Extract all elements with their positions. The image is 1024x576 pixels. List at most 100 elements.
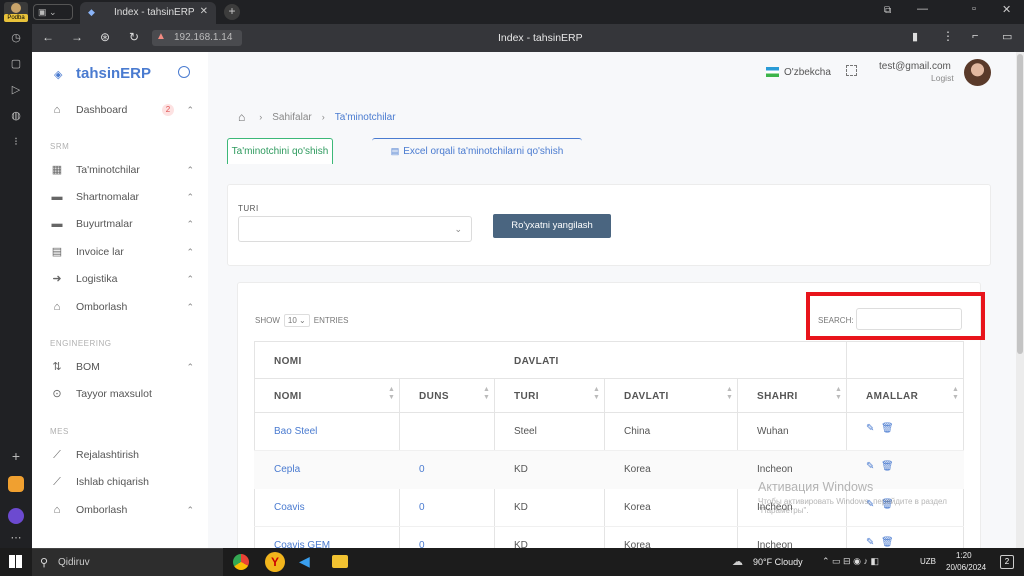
- clock-date[interactable]: 20/06/2024: [946, 563, 986, 572]
- group-header-country: DAVLATI: [514, 356, 559, 367]
- clock-time[interactable]: 1:20: [956, 551, 972, 560]
- back-icon[interactable]: ←: [42, 30, 54, 44]
- sidebar-item-warehouse[interactable]: ⌂ Omborlash ⌃: [50, 298, 200, 316]
- shield-icon[interactable]: ⊛: [100, 30, 110, 44]
- sort-icon[interactable]: ▲ ▼: [835, 386, 842, 402]
- edit-icon[interactable]: ✎: [866, 537, 874, 548]
- yandex-browser-icon[interactable]: Y: [265, 552, 285, 572]
- sidebar-item-invoices[interactable]: ▤ Invoice lar ⌃: [50, 243, 200, 261]
- page-size-select[interactable]: 10 ⌄: [283, 314, 310, 327]
- sidebar-item-orders[interactable]: ▬ Buyurtmalar ⌃: [50, 215, 200, 233]
- weather-text[interactable]: 90°F Cloudy: [753, 557, 803, 567]
- sidebar-item-contracts[interactable]: ▬ Shartnomalar ⌃: [50, 188, 200, 206]
- extensions-icon[interactable]: ▭: [1002, 30, 1012, 43]
- avatar[interactable]: [964, 59, 991, 86]
- breadcrumb-current: Ta'minotchilar: [334, 111, 396, 123]
- tray-icons[interactable]: ⌃ ▭ ⊟ ◉ ♪ ◧: [822, 556, 879, 567]
- warehouse-icon: ⌂: [53, 504, 61, 516]
- column-header-name[interactable]: NOMI: [274, 391, 302, 402]
- home-icon[interactable]: ⌂: [238, 110, 245, 124]
- reload-icon[interactable]: ↻: [129, 30, 139, 44]
- start-icon[interactable]: [9, 555, 22, 568]
- menu-dots-icon[interactable]: ⋮: [942, 29, 954, 43]
- profile-avatar[interactable]: Podba: [4, 2, 28, 22]
- delete-icon[interactable]: 🗑: [881, 423, 894, 434]
- sort-icon[interactable]: ▲ ▼: [483, 386, 490, 402]
- screenshot-icon[interactable]: ⌐: [972, 30, 978, 42]
- sort-icon[interactable]: ▲ ▼: [952, 386, 959, 402]
- workspace-icon[interactable]: ▣ ⌄: [33, 4, 73, 20]
- sort-icon[interactable]: ▲ ▼: [388, 386, 395, 402]
- breadcrumb-pages[interactable]: Sahifalar: [272, 112, 311, 123]
- taskbar-search[interactable]: ⚲ Qidiruv: [32, 548, 223, 576]
- browser-tab[interactable]: ◆ Index - tahsinERP ✕: [80, 2, 216, 24]
- sidebar-app-orange-icon[interactable]: [8, 476, 24, 492]
- sidebar-app-icon[interactable]: ◍: [8, 108, 24, 124]
- column-header-city[interactable]: SHAHRI: [757, 391, 798, 402]
- type-select[interactable]: ⌄: [238, 216, 472, 242]
- sidebar-toggle-icon[interactable]: [178, 66, 190, 78]
- chat-icon[interactable]: ▢: [8, 56, 24, 72]
- window-tab-search-icon[interactable]: ⧉: [884, 5, 891, 16]
- minimize-icon[interactable]: —: [917, 3, 928, 15]
- url-field[interactable]: ▲ 192.168.1.14: [152, 30, 242, 46]
- language-indicator[interactable]: UZB: [920, 557, 936, 566]
- vscode-icon[interactable]: ◀: [299, 553, 310, 570]
- sidebar-more-icon[interactable]: ⁝: [8, 134, 24, 150]
- fullscreen-icon[interactable]: [846, 65, 857, 76]
- sidebar-section-srm: SRM: [50, 142, 70, 151]
- edit-icon[interactable]: ✎: [866, 423, 874, 434]
- sidebar-section-engineering: ENGINEERING: [50, 339, 112, 348]
- player-icon[interactable]: ▷: [8, 82, 24, 98]
- add-supplier-button[interactable]: Ta'minotchini qo'shish: [227, 138, 333, 164]
- language-selector[interactable]: O'zbekcha: [784, 67, 831, 78]
- supplier-name-link[interactable]: Bao Steel: [274, 426, 317, 437]
- warning-icon: ▲: [156, 31, 166, 42]
- close-window-icon[interactable]: ✕: [1002, 3, 1011, 16]
- user-email[interactable]: test@gmail.com: [879, 61, 951, 72]
- supplier-name-link[interactable]: Coavis: [274, 502, 305, 513]
- supplier-name-link[interactable]: Coavis GEM: [274, 540, 330, 548]
- history-icon[interactable]: ◷: [8, 30, 24, 46]
- sort-icon[interactable]: ▲ ▼: [593, 386, 600, 402]
- arrow-circle-icon: ➜: [52, 273, 62, 285]
- page-scrollbar[interactable]: [1016, 52, 1024, 548]
- sidebar-menu-icon[interactable]: ⋯: [8, 530, 24, 546]
- sidebar-item-mes-warehouse[interactable]: ⌂ Omborlash ⌃: [50, 501, 200, 519]
- bookmark-icon[interactable]: ▮: [912, 30, 918, 43]
- column-header-country[interactable]: DAVLATI: [624, 391, 669, 402]
- address-bar: ← → ⊛ ↻ ▲ 192.168.1.14 Index - tahsinERP…: [32, 24, 1024, 52]
- new-tab-button[interactable]: +: [224, 4, 240, 20]
- edit-icon[interactable]: ✎: [866, 461, 874, 472]
- delete-icon[interactable]: 🗑: [881, 537, 894, 548]
- chevron-up-icon: ⌃: [186, 218, 194, 229]
- column-header-type[interactable]: TURI: [514, 391, 539, 402]
- breadcrumb: ⌂ › Sahifalar › Ta'minotchilar: [238, 110, 396, 124]
- sort-icon[interactable]: ▲ ▼: [726, 386, 733, 402]
- supplier-name-link[interactable]: Cepla: [274, 464, 300, 475]
- web-page: ◈ tahsinERP ⌂ Dashboard 2 ⌃ SRM ▦ Ta'mino…: [32, 52, 1016, 548]
- delete-icon[interactable]: 🗑: [881, 461, 894, 472]
- sidebar-item-dashboard[interactable]: ⌂ Dashboard 2 ⌃: [50, 101, 200, 119]
- excel-import-button[interactable]: ▤ Excel orqali ta'minotchilarni qo'shish: [372, 138, 582, 164]
- chrome-icon[interactable]: [233, 554, 249, 570]
- brand-name[interactable]: tahsinERP: [76, 65, 151, 82]
- sidebar-item-bom[interactable]: ⇅ BOM ⌃: [50, 358, 200, 376]
- column-header-duns[interactable]: DUNS: [419, 391, 449, 402]
- maximize-icon[interactable]: ▫: [972, 3, 976, 15]
- sidebar-item-finished-product[interactable]: ⊙ Tayyor maxsulot: [50, 385, 200, 403]
- file-explorer-icon[interactable]: [332, 555, 348, 568]
- forward-icon[interactable]: →: [71, 30, 83, 44]
- browser-tab-bar: Podba ▣ ⌄ ◆ Index - tahsinERP ✕ + ⧉ — ▫ …: [0, 0, 1024, 24]
- main-content: O'zbekcha test@gmail.com Logist ⌂ › Sahi…: [208, 52, 1016, 548]
- sidebar-item-production[interactable]: ⟋ Ishlab chiqarish: [50, 473, 200, 491]
- tab-close-icon[interactable]: ✕: [200, 6, 208, 17]
- refresh-list-button[interactable]: Ro'yxatni yangilash: [493, 214, 611, 238]
- sidebar-item-logistics[interactable]: ➜ Logistika ⌃: [50, 270, 200, 288]
- scrollbar-thumb[interactable]: [1017, 54, 1023, 354]
- sidebar-item-suppliers[interactable]: ▦ Ta'minotchilar ⌃: [50, 161, 200, 179]
- sidebar-add-icon[interactable]: +: [8, 448, 24, 464]
- sidebar-item-planning[interactable]: ⟋ Rejalashtirish: [50, 446, 200, 464]
- sidebar-app-purple-icon[interactable]: [8, 508, 24, 524]
- notification-badge[interactable]: 2: [1000, 555, 1014, 569]
